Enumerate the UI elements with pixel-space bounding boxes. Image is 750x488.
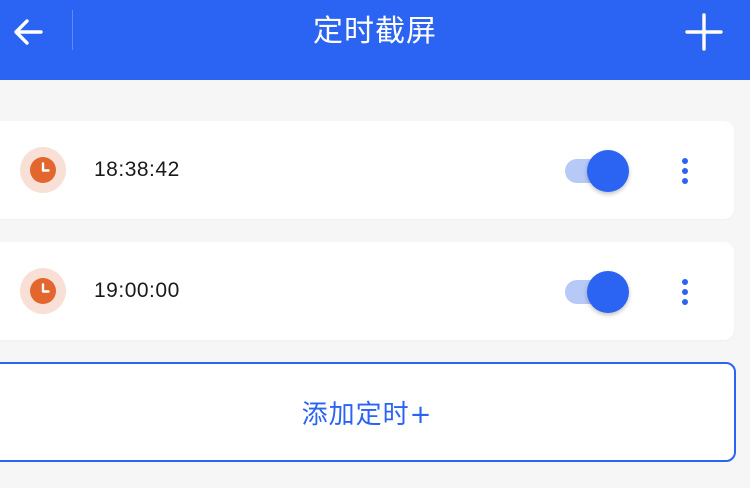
- timer-time: 19:00:00: [94, 279, 180, 302]
- add-timer-button[interactable]: 添加定时+: [0, 362, 736, 462]
- more-options-button[interactable]: [668, 271, 702, 313]
- page-title: 定时截屏: [313, 14, 437, 49]
- plus-icon: [685, 13, 723, 51]
- clock-icon-badge: [20, 147, 66, 193]
- more-vertical-icon: [682, 279, 688, 305]
- clock-icon: [30, 157, 56, 183]
- more-options-button[interactable]: [668, 150, 702, 192]
- timer-toggle[interactable]: [565, 150, 631, 192]
- timer-time: 18:38:42: [94, 158, 180, 181]
- toggle-thumb: [587, 271, 629, 313]
- app-bar: 定时截屏: [0, 0, 750, 80]
- timer-card[interactable]: 18:38:42: [0, 121, 734, 219]
- timer-toggle[interactable]: [565, 271, 631, 313]
- more-vertical-icon: [682, 158, 688, 184]
- clock-icon-badge: [20, 268, 66, 314]
- toggle-thumb: [587, 150, 629, 192]
- clock-icon: [30, 278, 56, 304]
- add-button[interactable]: [676, 4, 732, 60]
- timer-card[interactable]: 19:00:00: [0, 242, 734, 340]
